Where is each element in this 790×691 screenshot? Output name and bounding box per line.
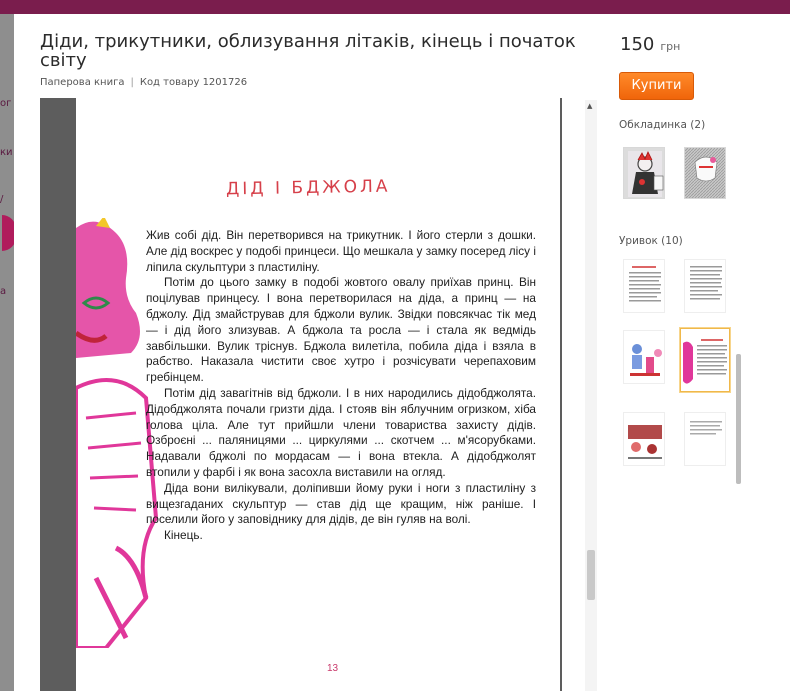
book-page: ДІД І БДЖОЛА Жив собі дід. Він перетвори… [76,98,560,691]
story-paragraph: Кінець. [164,528,203,543]
backdrop-fragment: ки [0,147,13,158]
excerpt-thumbnail-3[interactable] [623,330,665,384]
story-text: Жив собі дід. Він перетворився на трикут… [146,228,536,544]
backdrop-fragment: / [0,194,4,205]
page-number: 13 [327,663,339,674]
site-header-strip [0,0,790,14]
story-paragraph: Потім дід завагітнів від бджоли. І в них… [146,385,536,479]
thumbnails-scrollbar[interactable] [736,354,741,484]
story-paragraph: Потім до цього замку в подобі жовтого ов… [146,275,536,385]
price-currency: грн [660,40,681,53]
site-left-edge: ог ки / а [0,14,14,691]
story-paragraph: Діда вони вилікували, доліпивши йому рук… [146,480,536,527]
backdrop-fragment: ог [0,98,12,109]
excerpt-thumbnail-4-selected[interactable] [680,328,730,392]
price: 150 грн [620,34,680,55]
product-title: Діди, трикутники, облизування літаків, к… [40,31,576,71]
book-preview-modal: Діди, трикутники, облизування літаків, к… [14,14,790,691]
viewer-scrollbar-thumb[interactable] [587,550,595,600]
price-value: 150 [620,34,655,55]
product-meta: Паперова книга | Код товару 1201726 [40,77,247,88]
product-format: Паперова книга [40,77,125,88]
cover-thumbnail-back[interactable] [684,147,726,199]
backdrop-fragment: а [0,286,7,297]
cover-thumbnail-front[interactable] [623,147,665,199]
excerpt-thumbnail-2[interactable] [684,259,726,313]
meta-separator: | [130,77,134,88]
excerpt-thumbnail-6[interactable] [684,412,726,466]
covers-label: Обкладинка (2) [619,119,706,131]
excerpt-label: Уривок (10) [619,235,683,247]
excerpt-thumbnail-5[interactable] [623,412,665,466]
story-paragraph: Жив собі дід. Він перетворився на трикут… [146,228,536,274]
viewer-scrollbar[interactable]: ▲ [585,100,597,691]
buy-button[interactable]: Купити [619,72,694,100]
excerpt-thumbnail-1[interactable] [623,259,665,313]
story-heading: ДІД І БДЖОЛА [225,176,391,200]
page-viewer: ДІД І БДЖОЛА Жив собі дід. Він перетвори… [40,98,562,691]
product-code: Код товару 1201726 [139,77,248,88]
scroll-up-arrow-icon[interactable]: ▲ [587,102,592,110]
